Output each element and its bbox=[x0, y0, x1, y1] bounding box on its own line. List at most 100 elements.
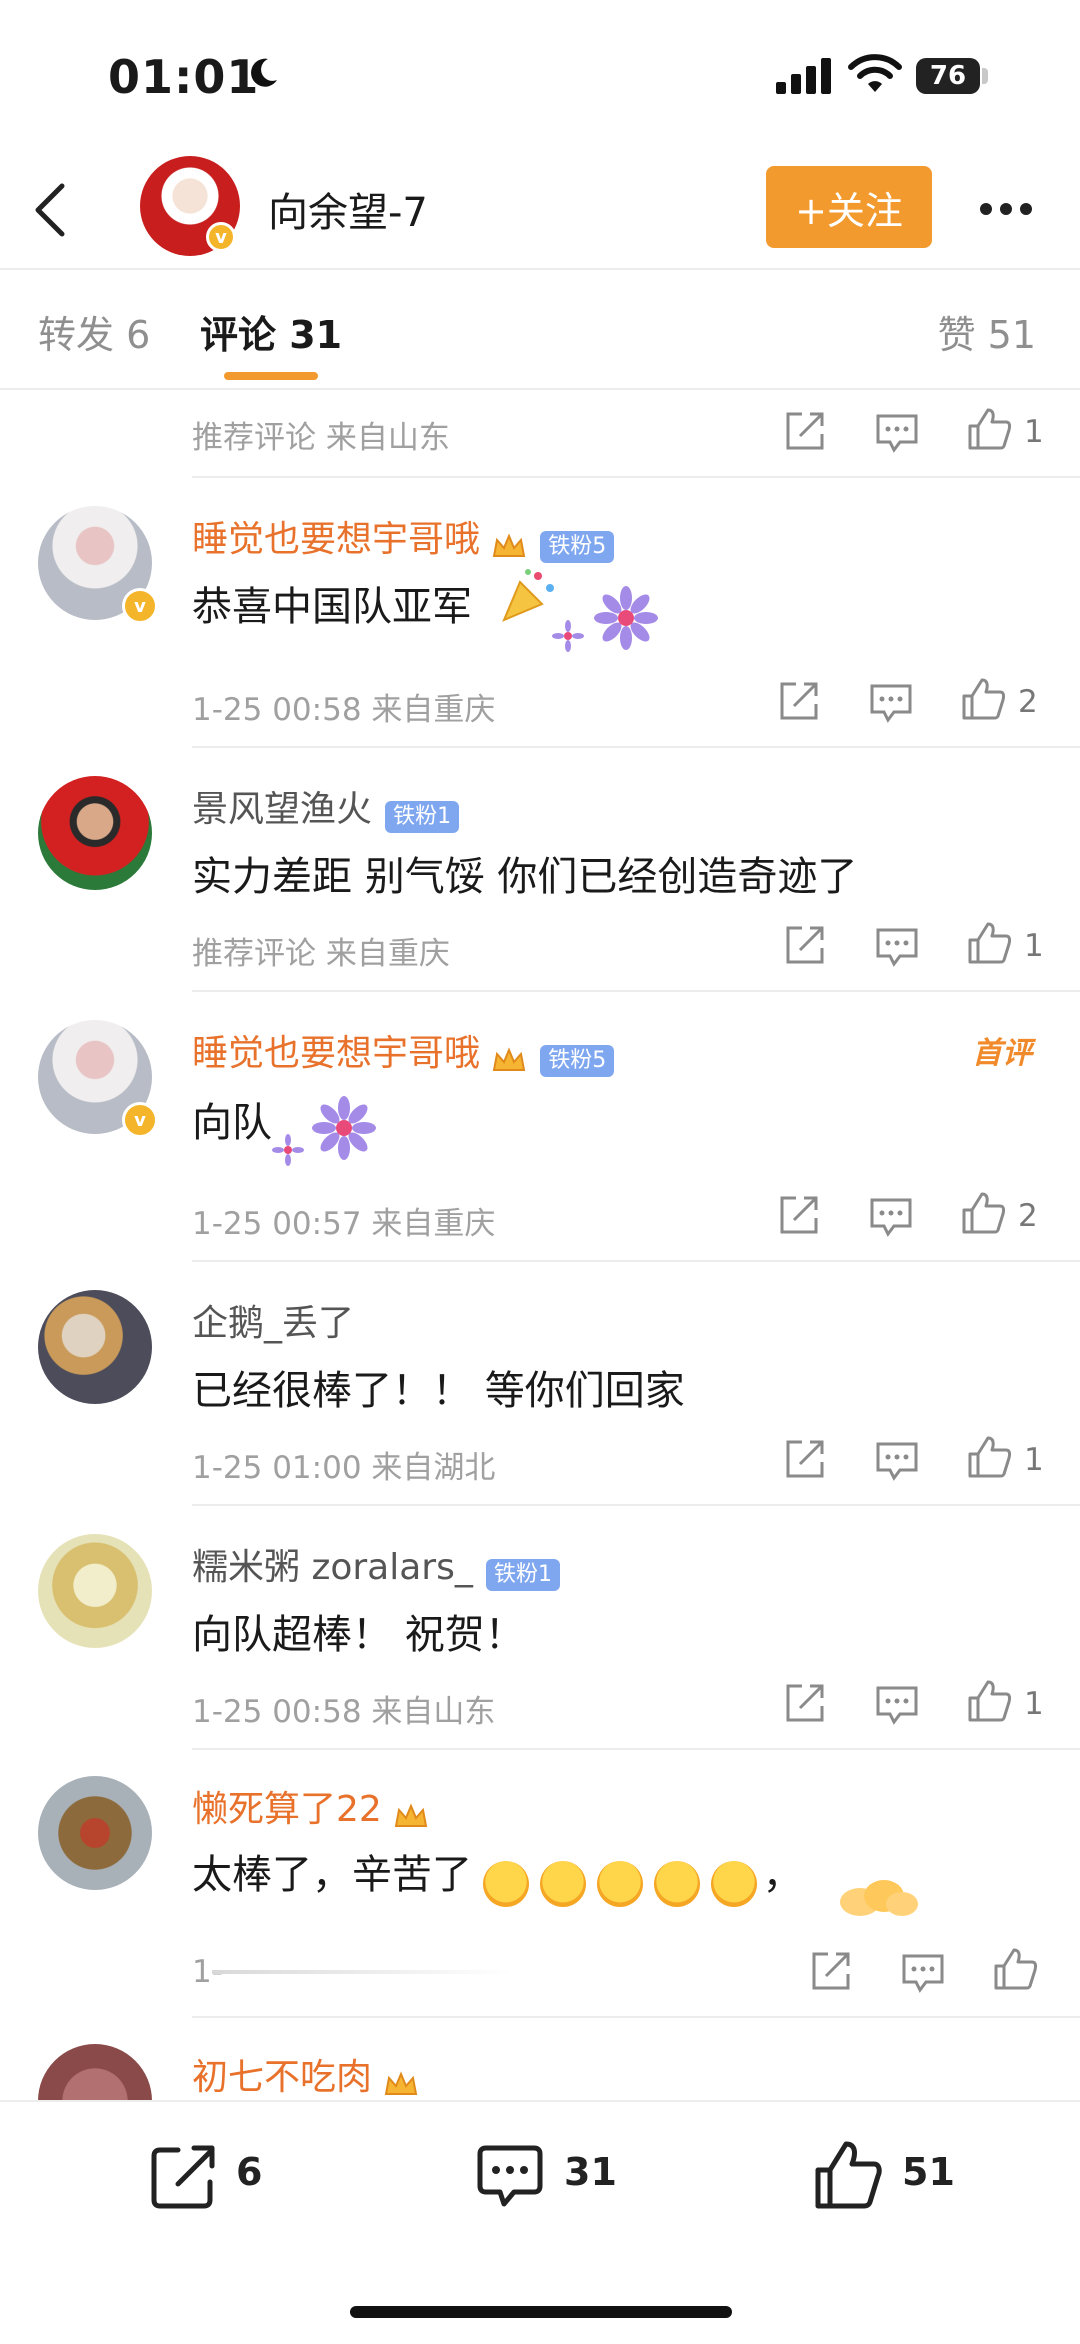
author-name[interactable]: 向余望-7 bbox=[268, 180, 428, 238]
flower-icon bbox=[272, 1134, 304, 1166]
comment-text: 已经很棒了！！ 等你们回家 bbox=[192, 1368, 685, 1414]
meta-fade bbox=[212, 1970, 512, 1974]
share-icon[interactable] bbox=[782, 1438, 828, 1480]
share-icon[interactable] bbox=[776, 1194, 822, 1236]
comment-icon[interactable] bbox=[474, 2140, 546, 2212]
tabs-divider bbox=[0, 388, 1080, 390]
comment-divider bbox=[192, 476, 1080, 478]
tab-active-indicator bbox=[224, 372, 318, 380]
like-icon[interactable] bbox=[812, 2140, 884, 2212]
comment-text: 太棒了，辛苦了 bbox=[192, 1852, 472, 1898]
flower-icon bbox=[594, 586, 658, 650]
comment-icon[interactable] bbox=[868, 682, 914, 724]
comment-header: 糯米粥 zoralars_ 铁粉1 bbox=[192, 1538, 560, 1591]
commenter-name[interactable]: 睡觉也要想宇哥哦 bbox=[192, 519, 480, 560]
like-icon[interactable] bbox=[966, 1680, 1012, 1722]
comment-header: 景风望渔火 铁粉1 bbox=[192, 780, 460, 833]
like-icon[interactable] bbox=[992, 1948, 1038, 1990]
like-count: 1 bbox=[1024, 1442, 1044, 1478]
like-icon[interactable] bbox=[966, 1436, 1012, 1478]
wifi-icon bbox=[848, 54, 902, 92]
fan-badge: 铁粉5 bbox=[540, 1044, 615, 1077]
like-icon[interactable] bbox=[966, 922, 1012, 964]
comment-meta: 1-25 00:58 来自山东 bbox=[192, 1694, 496, 1730]
comment-divider bbox=[192, 990, 1080, 992]
commenter-name[interactable]: 初七不吃肉 bbox=[192, 2057, 372, 2098]
comment-meta: 推荐评论 来自重庆 bbox=[192, 936, 450, 972]
flower-icon bbox=[312, 1096, 376, 1160]
comment-divider bbox=[192, 1504, 1080, 1506]
home-indicator bbox=[350, 2306, 732, 2318]
like-count: 1 bbox=[1024, 928, 1044, 964]
share-icon[interactable] bbox=[776, 680, 822, 722]
avatar[interactable] bbox=[38, 1534, 152, 1648]
like-icon[interactable] bbox=[966, 408, 1012, 450]
comment-header: 企鹅_丢了 bbox=[192, 1294, 354, 1346]
comment-header: 初七不吃肉 bbox=[192, 2048, 419, 2100]
status-time: 01:01 bbox=[108, 50, 260, 104]
avatar[interactable] bbox=[38, 776, 152, 890]
share-icon[interactable] bbox=[782, 924, 828, 966]
tab-repost[interactable]: 转发 6 bbox=[38, 304, 150, 359]
cloud-emoji-icon bbox=[840, 1880, 918, 1916]
share-icon[interactable] bbox=[782, 1682, 828, 1724]
avatar[interactable] bbox=[38, 1290, 152, 1404]
comment-text: 向队超棒！ 祝贺！ bbox=[192, 1612, 525, 1658]
verified-badge-icon: v bbox=[122, 1102, 158, 1138]
comment-divider bbox=[192, 1260, 1080, 1262]
comment-text: 实力差距 别气馁 你们已经创造奇迹了 bbox=[192, 854, 858, 900]
comment-count[interactable]: 31 bbox=[564, 2150, 617, 2194]
signal-icon bbox=[776, 58, 831, 94]
comment-header: 懒死算了22 bbox=[192, 1780, 429, 1832]
comment-meta: 1-25 00:57 来自重庆 bbox=[192, 1206, 496, 1242]
back-icon[interactable] bbox=[30, 180, 70, 240]
share-icon[interactable] bbox=[782, 410, 828, 452]
comment-header: 睡觉也要想宇哥哦 铁粉5 bbox=[192, 1024, 615, 1077]
comment-icon[interactable] bbox=[874, 1684, 920, 1726]
like-count: 2 bbox=[1018, 684, 1038, 720]
flower-icon bbox=[552, 620, 584, 652]
like-count: 1 bbox=[1024, 1686, 1044, 1722]
party-popper-icon bbox=[502, 569, 554, 622]
commenter-name[interactable]: 睡觉也要想宇哥哦 bbox=[192, 1033, 480, 1074]
crying-emoji-icon bbox=[483, 1860, 530, 1907]
crying-emoji-icon bbox=[597, 1860, 644, 1907]
crying-emoji-icon bbox=[654, 1860, 701, 1907]
commenter-name[interactable]: 懒死算了22 bbox=[192, 1789, 382, 1830]
commenter-name[interactable]: 糯米粥 zoralars_ bbox=[192, 1547, 473, 1588]
share-icon[interactable] bbox=[808, 1950, 854, 1992]
follow-button[interactable]: +关注 bbox=[766, 166, 932, 248]
comment-icon[interactable] bbox=[900, 1952, 946, 1994]
more-icon[interactable] bbox=[980, 200, 1040, 219]
crown-icon bbox=[492, 1046, 526, 1071]
tab-comment[interactable]: 评论 31 bbox=[200, 304, 342, 359]
moon-icon bbox=[251, 58, 277, 87]
repost-count[interactable]: 6 bbox=[236, 2150, 262, 2194]
comment-text: 向队 bbox=[192, 1100, 272, 1146]
like-icon[interactable] bbox=[960, 1192, 1006, 1234]
comment-text: 恭喜中国队亚军 bbox=[192, 584, 472, 630]
fan-badge: 铁粉1 bbox=[385, 800, 460, 833]
tab-like[interactable]: 赞 51 bbox=[938, 304, 1036, 359]
comment-text-tail: ， bbox=[762, 1852, 803, 1898]
first-comment-tag: 首评 bbox=[972, 1036, 1032, 1071]
commenter-name[interactable]: 企鹅_丢了 bbox=[192, 1303, 354, 1344]
crying-emoji-icon bbox=[711, 1860, 758, 1907]
crown-icon bbox=[394, 1802, 428, 1827]
comment-divider bbox=[192, 746, 1080, 748]
commenter-name[interactable]: 景风望渔火 bbox=[192, 789, 372, 830]
header-divider bbox=[0, 268, 1080, 270]
comment-icon[interactable] bbox=[868, 1196, 914, 1238]
crying-emoji-icon bbox=[540, 1860, 587, 1907]
fan-badge: 铁粉5 bbox=[540, 530, 615, 563]
comment-icon[interactable] bbox=[874, 1440, 920, 1482]
comment-header: 睡觉也要想宇哥哦 铁粉5 bbox=[192, 510, 615, 563]
comment-icon[interactable] bbox=[874, 926, 920, 968]
verified-badge-icon: v bbox=[122, 588, 158, 624]
share-icon[interactable] bbox=[148, 2140, 220, 2212]
comment-icon[interactable] bbox=[874, 412, 920, 454]
like-icon[interactable] bbox=[960, 678, 1006, 720]
like-count-bottom[interactable]: 51 bbox=[902, 2150, 955, 2194]
avatar[interactable] bbox=[38, 1776, 152, 1890]
battery-tip bbox=[982, 68, 988, 84]
